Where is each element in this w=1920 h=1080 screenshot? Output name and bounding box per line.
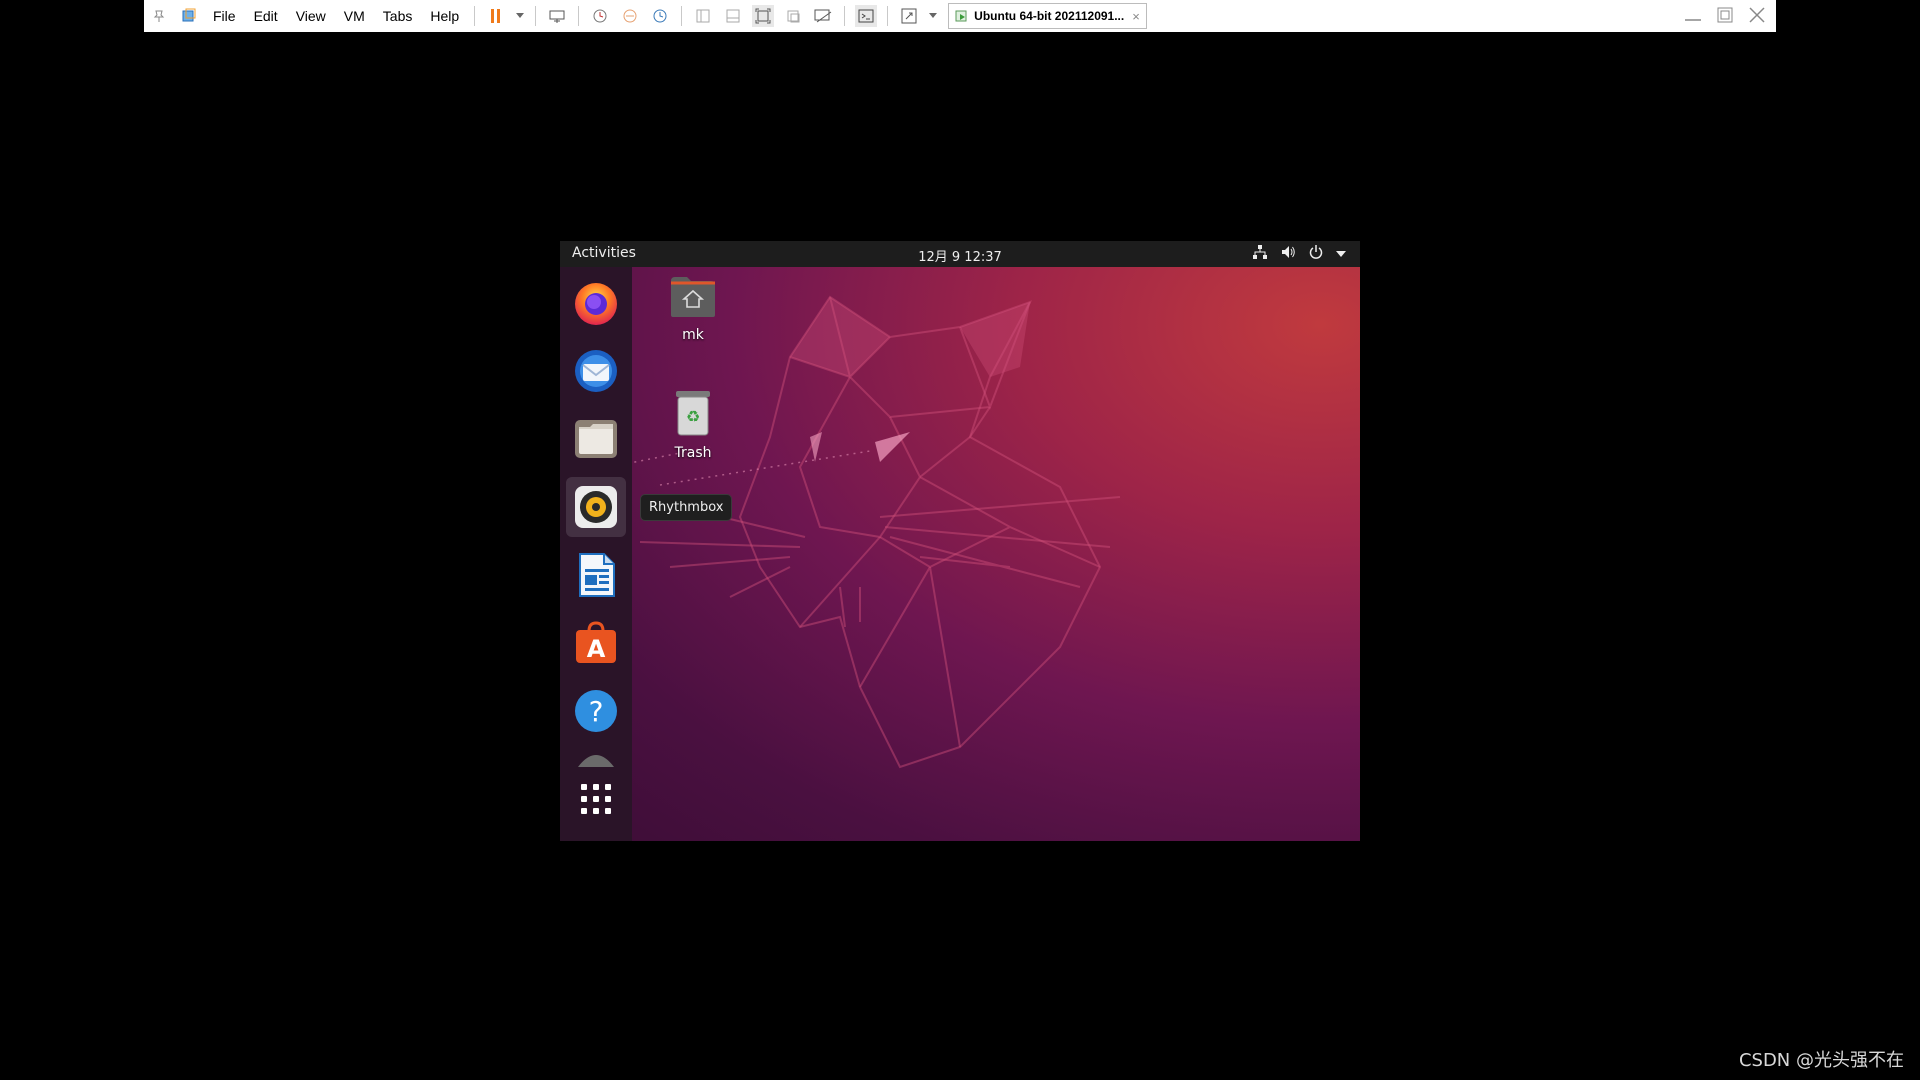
desktop-icon-trash[interactable]: ♻ Trash: [653, 389, 733, 461]
clock[interactable]: 12月 9 12:37: [560, 246, 1360, 265]
help-icon: ?: [575, 690, 617, 732]
separator: [535, 6, 537, 26]
gnome-top-bar: Activities 12月 9 12:37: [560, 241, 1360, 267]
sidebar-icon[interactable]: [692, 5, 714, 27]
svg-text:A: A: [587, 635, 606, 663]
chevron-down-icon[interactable]: [515, 5, 525, 27]
volume-icon[interactable]: [1280, 244, 1296, 264]
show-applications-icon: [581, 784, 611, 814]
dock-ubuntu-software[interactable]: A: [566, 613, 626, 673]
chevron-down-icon[interactable]: [1336, 246, 1346, 262]
desktop-icon-label: mk: [682, 327, 704, 343]
system-tray[interactable]: [1252, 244, 1346, 264]
dock-files[interactable]: [566, 409, 626, 469]
vm-running-icon: [955, 10, 967, 22]
snapshot-icon[interactable]: [589, 5, 611, 27]
watermark: CSDN @光头强不在: [1738, 1050, 1904, 1071]
dock-thunderbird[interactable]: [566, 341, 626, 401]
dock-show-applications[interactable]: [566, 769, 626, 829]
menu-view[interactable]: View: [287, 0, 335, 32]
thumbnail-bar-icon[interactable]: [722, 5, 744, 27]
full-screen-icon[interactable]: [752, 5, 775, 27]
svg-text:♻: ♻: [686, 407, 700, 426]
separator: [681, 6, 683, 26]
desktop-wallpaper[interactable]: mk ♻ Trash: [560, 267, 1360, 841]
network-icon[interactable]: [1252, 244, 1268, 264]
send-ctrl-alt-del-icon[interactable]: [546, 5, 568, 27]
separator: [578, 6, 580, 26]
window-controls: [1684, 0, 1766, 32]
dock-more-apps[interactable]: [566, 749, 626, 767]
stretch-icon[interactable]: [898, 5, 920, 27]
vm-tab[interactable]: Ubuntu 64-bit 202112091... ×: [948, 3, 1147, 29]
snapshot-manager-icon[interactable]: [649, 5, 671, 27]
menu-file[interactable]: File: [204, 0, 245, 32]
chevron-down-icon[interactable]: [928, 5, 938, 27]
partial-app-icon: [578, 755, 614, 767]
thunderbird-icon: [575, 350, 617, 392]
power-icon[interactable]: [1308, 244, 1324, 264]
ubuntu-dock: A ?: [560, 267, 632, 841]
vmware-toolbar: File Edit View VM Tabs Help Ubuntu 64-bi…: [144, 0, 1776, 32]
files-icon: [575, 420, 617, 458]
libreoffice-writer-icon: [579, 553, 615, 597]
minimize-icon[interactable]: [1684, 8, 1702, 25]
trash-icon: ♻: [676, 391, 710, 436]
desktop-icon-label: Trash: [674, 445, 712, 461]
unity-icon[interactable]: [782, 5, 804, 27]
svg-text:?: ?: [589, 695, 604, 728]
dock-rhythmbox[interactable]: [566, 477, 626, 537]
vm-tab-title: Ubuntu 64-bit 202112091...: [974, 9, 1125, 23]
menu-edit[interactable]: Edit: [245, 0, 287, 32]
console-view-icon[interactable]: [812, 5, 834, 27]
revert-snapshot-icon[interactable]: [619, 5, 641, 27]
dock-libreoffice-writer[interactable]: [566, 545, 626, 605]
pin-icon[interactable]: [148, 5, 170, 27]
separator: [887, 6, 889, 26]
ubuntu-software-icon: A: [576, 621, 616, 663]
vm-screen[interactable]: mk ♻ Trash A ? Rhythmbox Activities 12月 …: [560, 241, 1360, 841]
maximize-icon[interactable]: [1716, 6, 1734, 27]
desktop-icon-home[interactable]: mk: [653, 275, 733, 343]
home-folder-icon: [671, 277, 715, 317]
dock-tooltip: Rhythmbox: [640, 494, 733, 521]
terminal-icon[interactable]: [855, 5, 878, 27]
menu-help[interactable]: Help: [421, 0, 468, 32]
wallpaper-cat-art: [599, 295, 1121, 769]
pause-icon[interactable]: [485, 5, 507, 27]
firefox-icon: [575, 283, 617, 325]
dock-firefox[interactable]: [566, 273, 626, 333]
close-icon[interactable]: [1748, 6, 1766, 27]
separator: [844, 6, 846, 26]
close-tab-icon[interactable]: ×: [1132, 9, 1140, 24]
library-icon[interactable]: [178, 5, 200, 27]
menu-vm[interactable]: VM: [335, 0, 374, 32]
rhythmbox-icon: [575, 486, 617, 528]
separator: [474, 6, 476, 26]
dock-help[interactable]: ?: [566, 681, 626, 741]
menu-tabs[interactable]: Tabs: [374, 0, 422, 32]
